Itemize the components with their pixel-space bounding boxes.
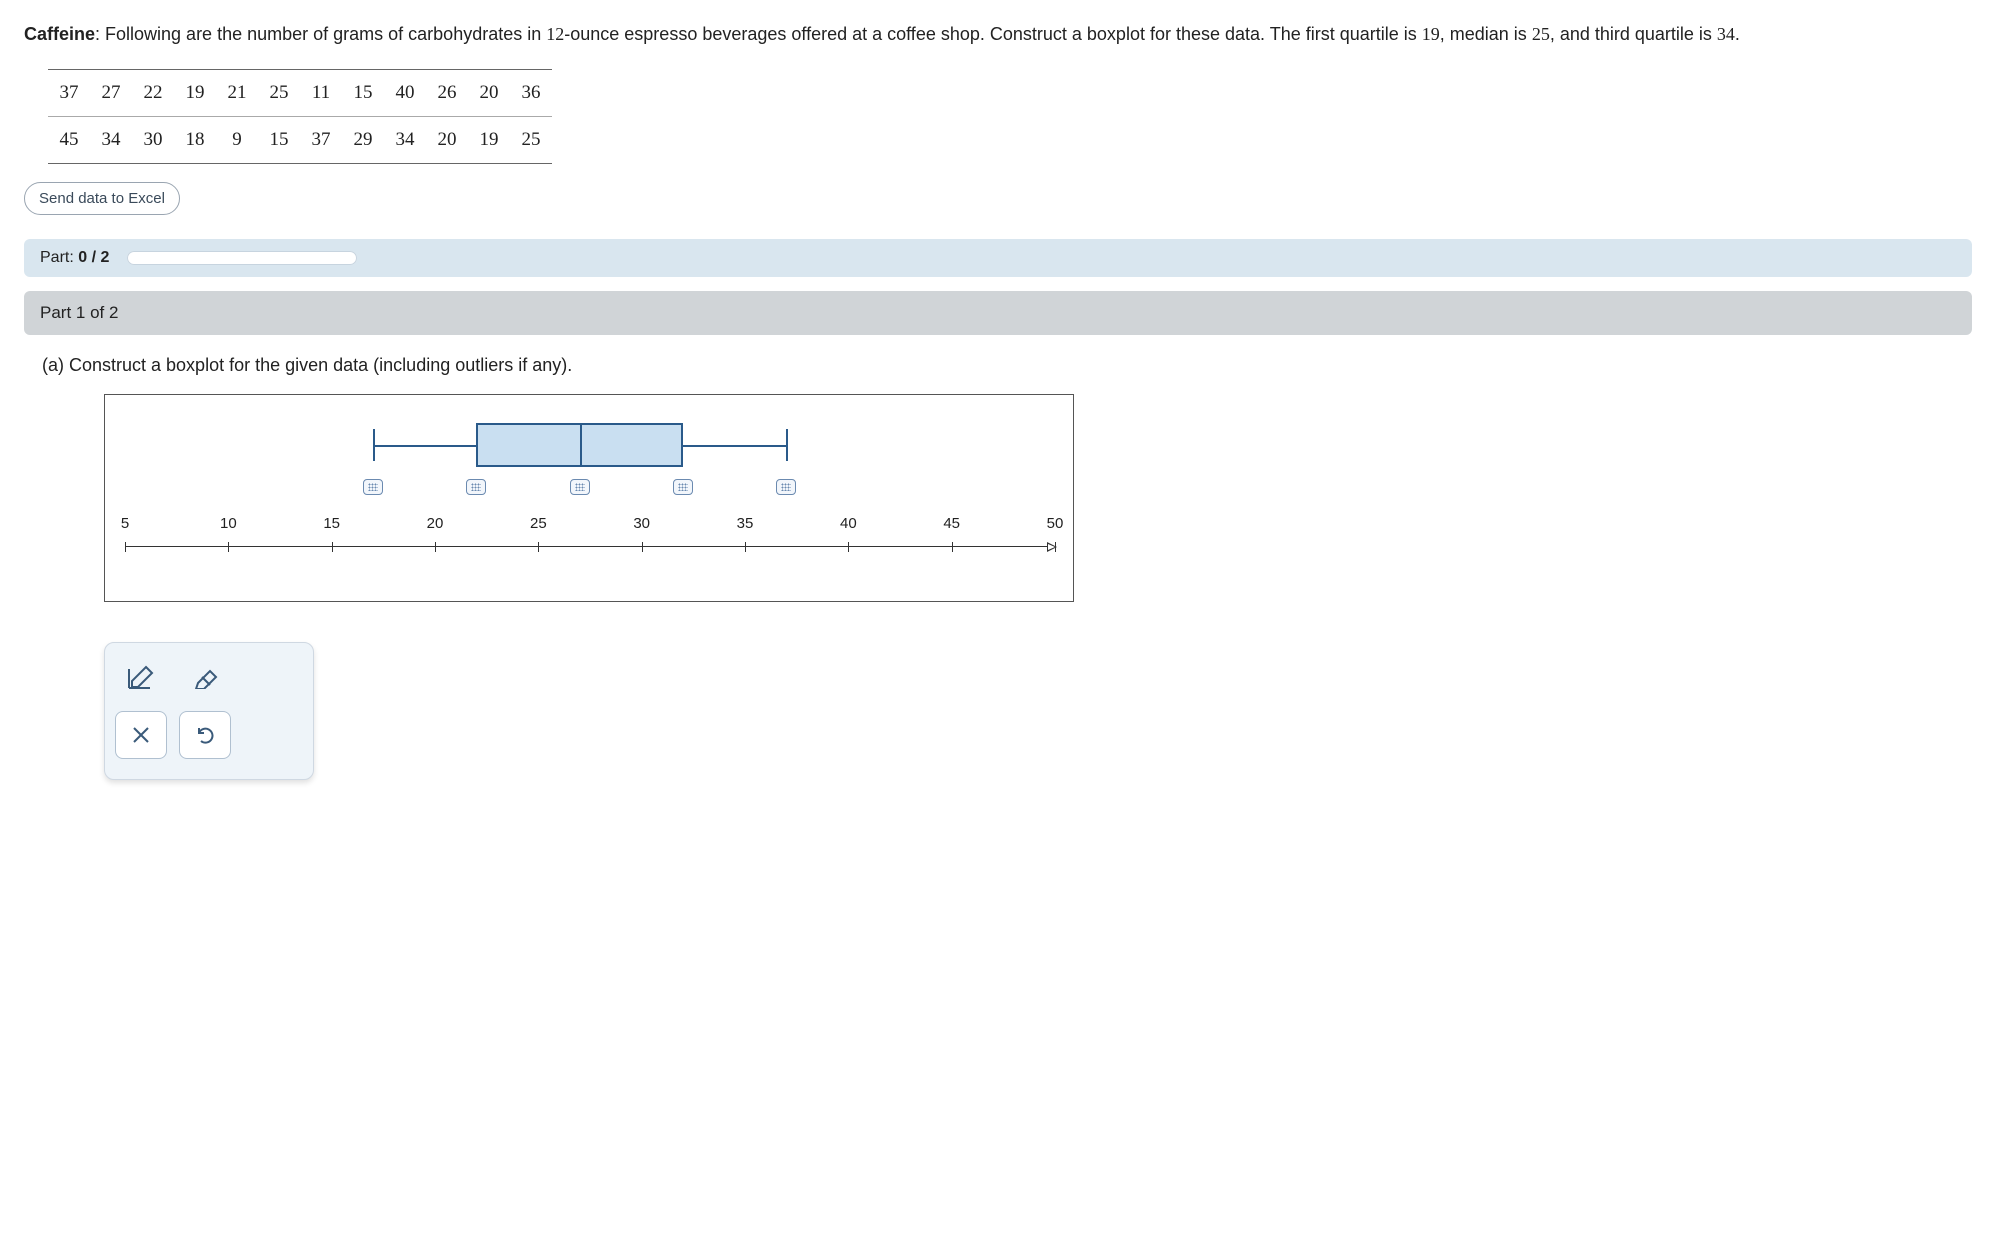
data-cell: 9	[220, 129, 254, 151]
erase-tool-button[interactable]	[179, 653, 231, 701]
axis-tick	[1055, 542, 1056, 552]
progress-header: Part: 0 / 2	[24, 239, 1972, 277]
axis-tick-label: 25	[530, 515, 547, 532]
data-cell: 30	[136, 129, 170, 151]
x-axis: 5101520253035404550	[125, 507, 1053, 547]
progress-label: Part: 0 / 2	[40, 249, 109, 267]
whisker-high-line[interactable]	[683, 445, 786, 447]
data-cell: 19	[472, 129, 506, 151]
grip-icon	[781, 483, 791, 491]
axis-line	[125, 546, 1053, 547]
undo-icon	[194, 724, 216, 746]
axis-tick-label: 50	[1047, 515, 1064, 532]
data-cell: 25	[262, 82, 296, 104]
boxplot-handle[interactable]	[570, 479, 590, 495]
problem-title: Caffeine	[24, 24, 95, 44]
data-row: 37 27 22 19 21 25 11 15 40 26 20 36	[48, 70, 552, 116]
axis-tick	[642, 542, 643, 552]
grip-icon	[368, 483, 378, 491]
axis-tick-label: 5	[121, 515, 129, 532]
data-cell: 34	[388, 129, 422, 151]
data-cell: 34	[94, 129, 128, 151]
axis-tick	[125, 542, 126, 552]
data-cell: 15	[346, 82, 380, 104]
axis-tick	[332, 542, 333, 552]
problem-statement: Caffeine: Following are the number of gr…	[24, 20, 1972, 49]
data-cell: 29	[346, 129, 380, 151]
data-cell: 26	[430, 82, 464, 104]
eraser-icon	[190, 665, 220, 689]
axis-tick-label: 30	[633, 515, 650, 532]
axis-tick-label: 45	[943, 515, 960, 532]
data-cell: 40	[388, 82, 422, 104]
boxplot-handle[interactable]	[776, 479, 796, 495]
boxplot-handle[interactable]	[673, 479, 693, 495]
data-cell: 21	[220, 82, 254, 104]
grip-icon	[678, 483, 688, 491]
axis-tick	[848, 542, 849, 552]
data-cell: 45	[52, 129, 86, 151]
data-cell: 19	[178, 82, 212, 104]
clear-button[interactable]	[115, 711, 167, 759]
boxplot-shape[interactable]	[125, 415, 1053, 475]
axis-tick-label: 15	[323, 515, 340, 532]
data-cell: 25	[514, 129, 548, 151]
close-icon	[131, 725, 151, 745]
axis-tick	[538, 542, 539, 552]
data-cell: 18	[178, 129, 212, 151]
question-text: (a) Construct a boxplot for the given da…	[42, 355, 1972, 376]
boxplot-draw-icon	[126, 663, 156, 691]
draw-tool-button[interactable]	[115, 653, 167, 701]
data-cell: 15	[262, 129, 296, 151]
data-table: 37 27 22 19 21 25 11 15 40 26 20 36 45 34 30 18 9 15 37 29 3…	[48, 69, 552, 164]
boxplot-handle[interactable]	[363, 479, 383, 495]
grip-icon	[471, 483, 481, 491]
axis-tick-label: 10	[220, 515, 237, 532]
data-cell: 27	[94, 82, 128, 104]
axis-tick-label: 20	[427, 515, 444, 532]
data-row: 45 34 30 18 9 15 37 29 34 20 19 25	[48, 116, 552, 163]
data-cell: 20	[430, 129, 464, 151]
axis-tick	[745, 542, 746, 552]
whisker-low-line[interactable]	[373, 445, 476, 447]
data-cell: 11	[304, 82, 338, 104]
axis-tick	[435, 542, 436, 552]
data-cell: 36	[514, 82, 548, 104]
data-cell: 20	[472, 82, 506, 104]
undo-button[interactable]	[179, 711, 231, 759]
grip-icon	[575, 483, 585, 491]
axis-tick	[952, 542, 953, 552]
boxplot-canvas[interactable]: 5 10 15 20 25 30 35 40 45 50	[104, 394, 1074, 602]
axis-tick-label: 40	[840, 515, 857, 532]
axis-tick	[228, 542, 229, 552]
part-header: Part 1 of 2	[24, 291, 1972, 335]
data-cell: 22	[136, 82, 170, 104]
data-cell: 37	[304, 129, 338, 151]
median-line[interactable]	[580, 423, 582, 467]
boxplot-handle[interactable]	[466, 479, 486, 495]
axis-tick-label: 35	[737, 515, 754, 532]
toolbox	[104, 642, 314, 780]
data-cell: 37	[52, 82, 86, 104]
progress-track	[127, 251, 357, 265]
whisker-high-cap[interactable]	[786, 429, 788, 461]
send-to-excel-button[interactable]: Send data to Excel	[24, 182, 180, 215]
